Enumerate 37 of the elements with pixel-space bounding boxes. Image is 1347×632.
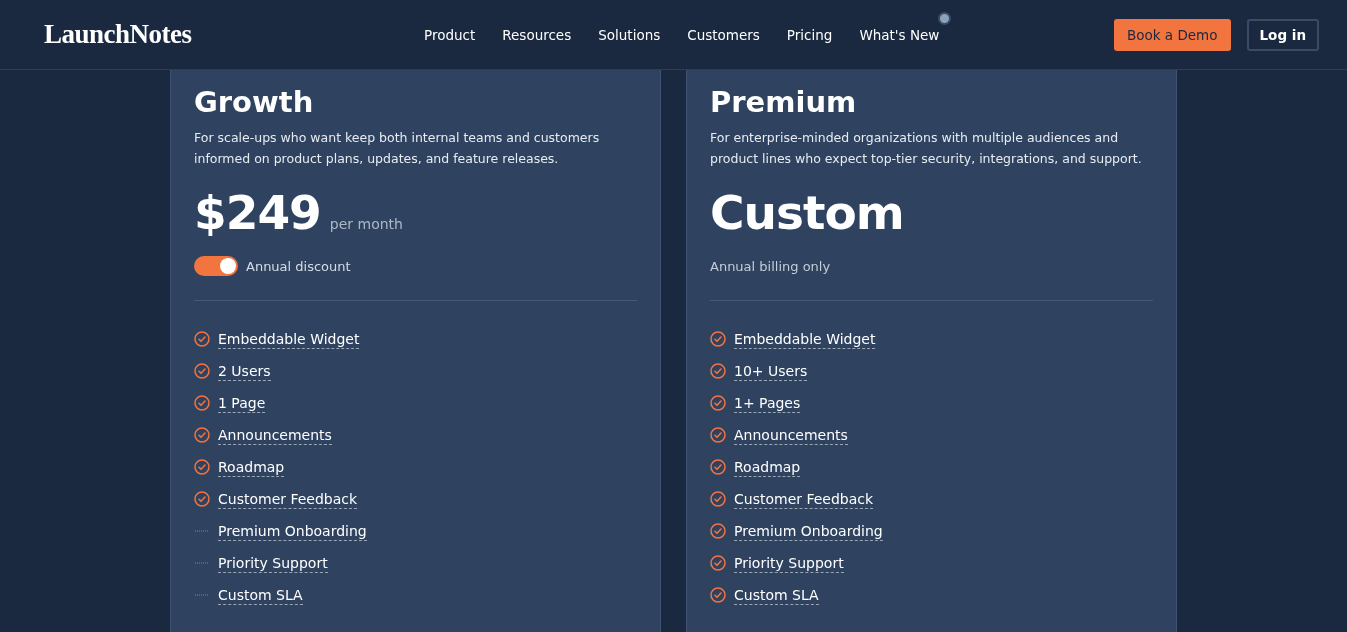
plan-price: $249 [194,185,321,240]
logo[interactable]: LaunchNotes [44,19,424,50]
billing-note: Annual billing only [710,257,832,276]
feature-label[interactable]: Roadmap [218,457,285,477]
feature-label[interactable]: Embeddable Widget [218,329,360,349]
nav-link[interactable]: Product [424,27,476,43]
feature-label[interactable]: 10+ Users [734,361,808,381]
feature-label[interactable]: Embeddable Widget [734,329,876,349]
feature-label[interactable]: Customer Feedback [734,489,874,509]
plan-name: Growth [194,85,315,119]
plan-description: For scale-ups who want keep both internal teams and customers informed on product plans, updates, and feature releases. [194,129,601,168]
feature-label[interactable]: Announcements [734,425,848,445]
feature-label[interactable]: 1 Page [218,393,266,413]
plan-price: Custom [710,185,904,240]
nav-link[interactable]: Resources [502,27,572,43]
feature-label[interactable]: Priority Support [734,553,844,573]
feature-label[interactable]: Announcements [218,425,332,445]
plan-name: Premium [710,85,858,119]
feature-label[interactable]: Roadmap [734,457,801,477]
feature-label[interactable]: Priority Support [218,553,328,573]
nav-link[interactable]: Pricing [786,27,833,43]
toggle-label: Annual discount [246,258,351,274]
nav-link[interactable]: Solutions [598,27,661,43]
login-button[interactable]: Log in [1246,18,1319,51]
book-demo-button[interactable]: Book a Demo [1113,18,1231,51]
feature-label[interactable]: 1+ Pages [734,393,801,413]
plan-description: For enterprise-minded organizations with multiple audiences and product lines who expect top-tier security, integrations, and support. [710,129,1143,168]
nav-link[interactable]: What's New [859,27,940,43]
feature-label[interactable]: 2 Users [218,361,271,381]
feature-label[interactable]: Premium Onboarding [218,521,367,541]
feature-label[interactable]: Premium Onboarding [734,521,883,541]
feature-label[interactable]: Custom SLA [218,585,303,605]
feature-label[interactable]: Customer Feedback [218,489,358,509]
nav-link[interactable]: Customers [687,27,760,43]
feature-label[interactable]: Custom SLA [734,585,819,605]
price-period: per month [329,216,403,232]
toggle-switch[interactable] [194,256,238,276]
